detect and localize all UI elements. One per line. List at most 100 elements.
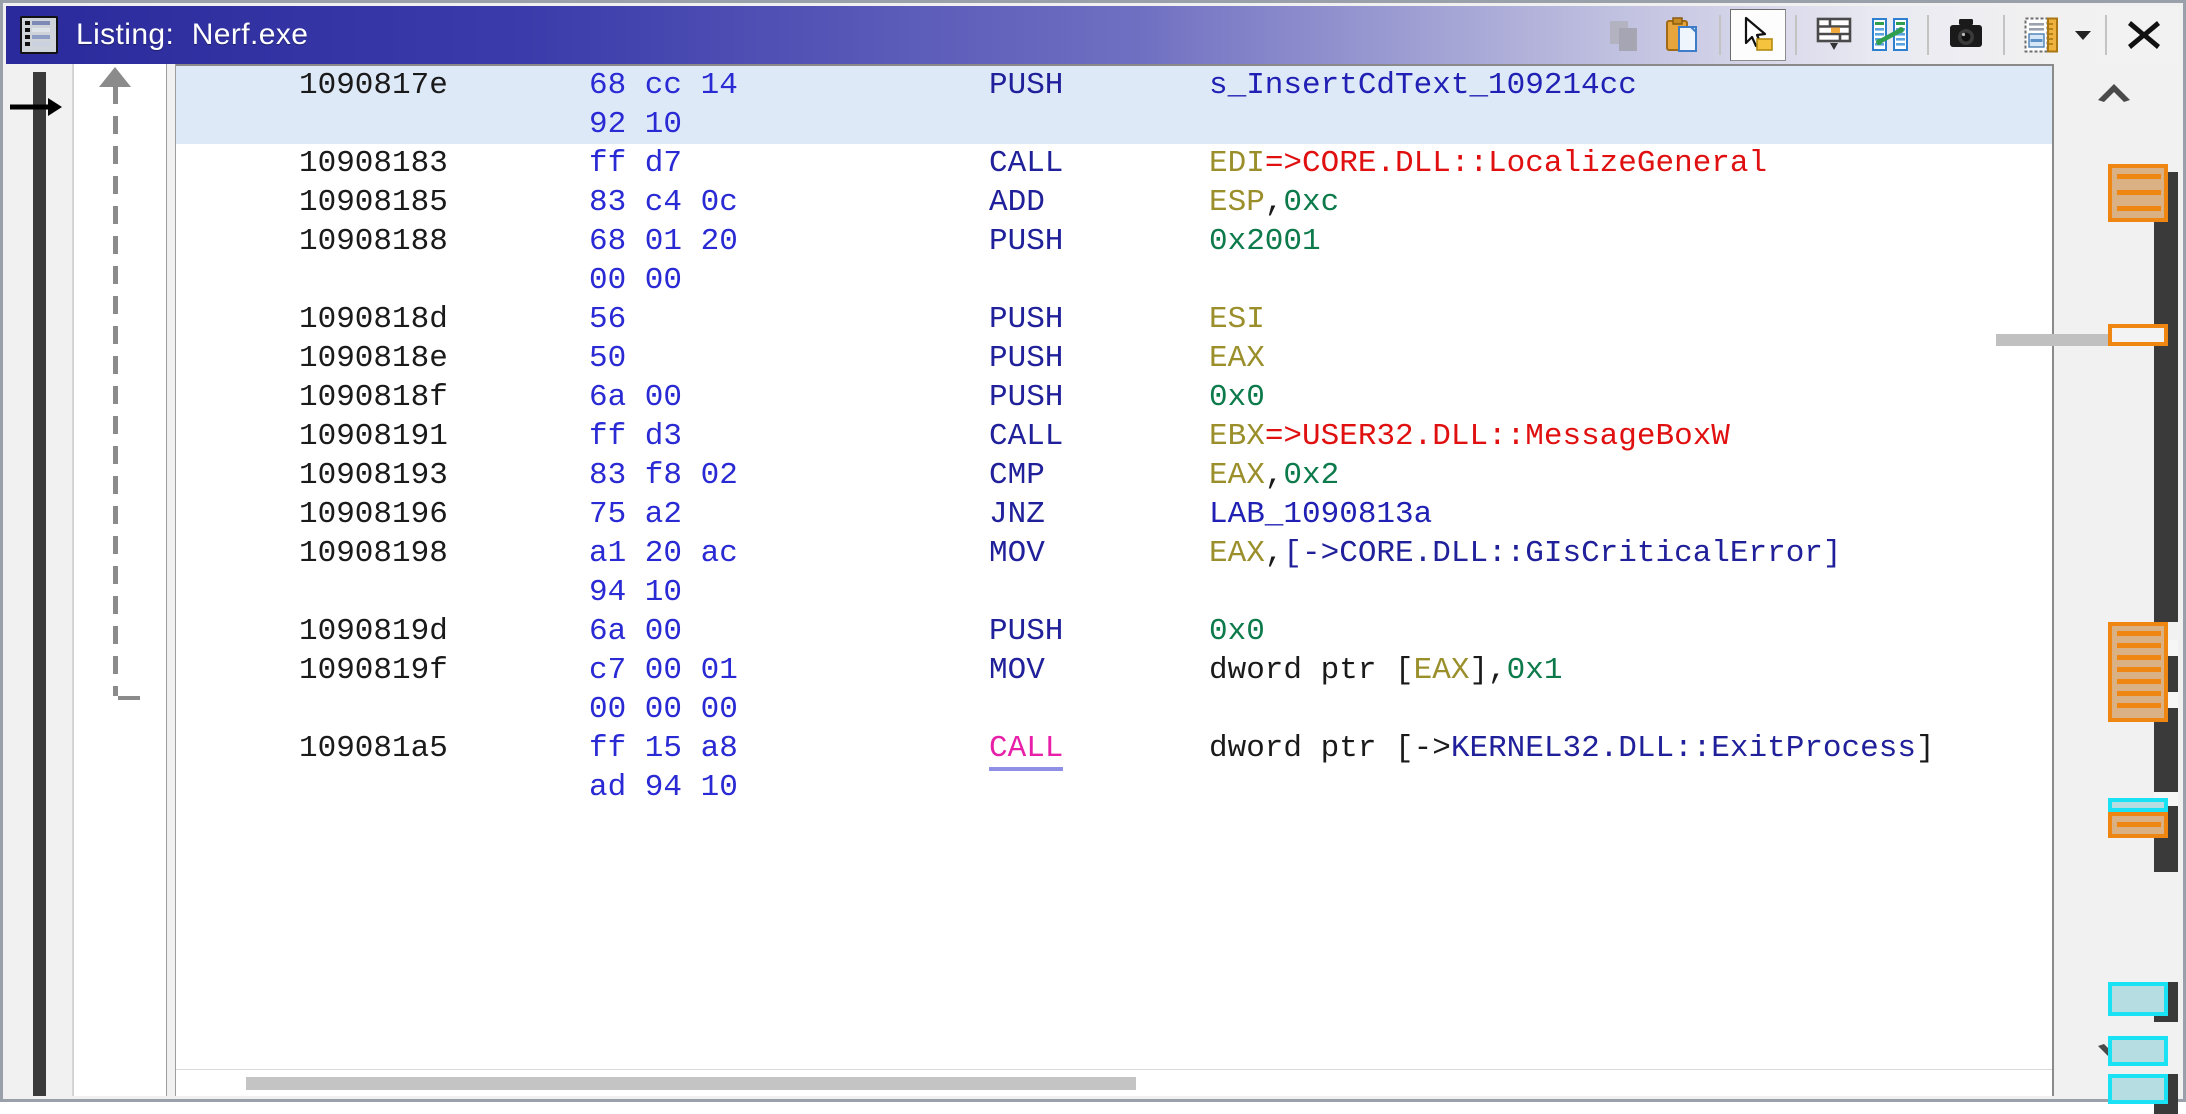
operand-token[interactable]: -> [1414, 731, 1451, 766]
code-rows[interactable]: 1090817e 68 cc 14 PUSH s_InsertCdText_10921… [176, 66, 2052, 1070]
row-mnemonic[interactable]: JNZ [989, 495, 1209, 534]
operand-token[interactable]: 0x0 [1209, 614, 1265, 649]
operand-token[interactable]: CORE.DLL::LocalizeGeneral [1302, 146, 1767, 181]
marker-highlight[interactable] [2108, 798, 2168, 812]
row-mnemonic[interactable]: CMP [989, 456, 1209, 495]
row-mnemonic[interactable]: ADD [989, 183, 1209, 222]
operand-token[interactable]: => [1265, 419, 1302, 454]
listing-row[interactable]: ad 94 10 [176, 768, 2052, 807]
marker-margin[interactable] [1996, 64, 2180, 1114]
operand-token[interactable]: USER32.DLL::MessageBoxW [1302, 419, 1730, 454]
marker-highlight[interactable] [2108, 1074, 2168, 1104]
operand-token[interactable]: EAX [1209, 536, 1265, 571]
row-mnemonic[interactable]: PUSH [989, 222, 1209, 261]
horizontal-scrollbar-thumb[interactable] [246, 1077, 1136, 1090]
operand-token[interactable]: , [1265, 536, 1284, 571]
chevron-down-icon[interactable] [2070, 9, 2096, 61]
row-mnemonic[interactable]: PUSH [989, 300, 1209, 339]
listing-row[interactable]: 10908185 83 c4 0c ADD ESP,0xc [176, 183, 2052, 222]
listing-row[interactable]: 10908183 ff d7 CALL EDI=>CORE.DLL::Localize… [176, 144, 2052, 183]
row-mnemonic[interactable]: PUSH [989, 612, 1209, 651]
marker-highlight[interactable] [2108, 812, 2168, 838]
operand-token[interactable]: 0xc [1283, 185, 1339, 220]
row-operands[interactable]: dword ptr [->KERNEL32.DLL::ExitProcess] [1209, 729, 1935, 768]
row-mnemonic[interactable]: PUSH [989, 339, 1209, 378]
operand-token[interactable]: 0x0 [1209, 380, 1265, 415]
row-mnemonic[interactable]: PUSH [989, 378, 1209, 417]
listing-row[interactable]: 10908191 ff d3 CALL EBX=>USER32.DLL::Messag… [176, 417, 2052, 456]
horizontal-scrollbar[interactable] [176, 1069, 2052, 1096]
operand-token[interactable]: dword ptr [ [1209, 653, 1414, 688]
code-pane[interactable]: 1090817e 68 cc 14 PUSH s_InsertCdText_10921… [176, 64, 2052, 1096]
listing-row[interactable]: 92 10 [176, 105, 2052, 144]
operand-token[interactable]: EDI [1209, 146, 1265, 181]
operand-token[interactable]: 0x2 [1283, 458, 1339, 493]
row-operands[interactable]: dword ptr [EAX],0x1 [1209, 651, 1562, 690]
row-operands[interactable]: EBX=>USER32.DLL::MessageBoxW [1209, 417, 1730, 456]
row-mnemonic[interactable]: MOV [989, 534, 1209, 573]
operand-token[interactable]: ESP [1209, 185, 1265, 220]
row-operands[interactable]: EAX,[->CORE.DLL::GIsCriticalError] [1209, 534, 1842, 573]
row-operands[interactable]: ESI [1209, 300, 1265, 339]
listing-row[interactable]: 10908198 a1 20 ac MOV EAX,[->CORE.DLL::GIsC… [176, 534, 2052, 573]
listing-row[interactable]: 00 00 [176, 261, 2052, 300]
listing-row[interactable]: 1090819f c7 00 01 MOV dword ptr [EAX],0x1 [176, 651, 2052, 690]
row-mnemonic[interactable]: PUSH [989, 66, 1209, 105]
row-operands[interactable]: 0x2001 [1209, 222, 1321, 261]
operand-token[interactable]: LAB_1090813a [1209, 497, 1432, 532]
listing-row[interactable]: 94 10 [176, 573, 2052, 612]
select-cursor-icon[interactable] [1730, 9, 1786, 61]
camera-icon[interactable] [1938, 9, 1994, 61]
operand-token[interactable]: => [1265, 146, 1302, 181]
row-mnemonic[interactable]: CALL [989, 417, 1209, 456]
listing-row[interactable]: 1090818f 6a 00 PUSH 0x0 [176, 378, 2052, 417]
listing-row[interactable]: 1090818d 56 PUSH ESI [176, 300, 2052, 339]
row-operands[interactable]: EAX,0x2 [1209, 456, 1339, 495]
row-operands[interactable]: 0x0 [1209, 378, 1265, 417]
operand-token[interactable]: dword ptr [ [1209, 731, 1414, 766]
operand-token[interactable]: ], [1469, 653, 1506, 688]
operand-token[interactable]: , [1265, 185, 1284, 220]
vertical-scrollbar-thumb[interactable] [2154, 172, 2178, 622]
listing-row[interactable]: 10908196 75 a2 JNZ LAB_1090813a [176, 495, 2052, 534]
operand-token[interactable]: EAX [1209, 341, 1265, 376]
row-operands[interactable]: EDI=>CORE.DLL::LocalizeGeneral [1209, 144, 1767, 183]
edit-fields-icon[interactable] [2014, 9, 2070, 61]
listing-row[interactable]: 10908188 68 01 20 PUSH 0x2001 [176, 222, 2052, 261]
operand-token[interactable]: EAX [1414, 653, 1470, 688]
row-operands[interactable]: s_InsertCdText_109214cc [1209, 66, 1637, 105]
operand-token[interactable]: ] [1916, 731, 1935, 766]
row-mnemonic[interactable]: CALL [989, 729, 1209, 771]
paste-icon[interactable] [1654, 9, 1710, 61]
marker-highlight[interactable] [2108, 982, 2168, 1016]
scroll-up-icon[interactable] [2096, 80, 2132, 104]
row-mnemonic[interactable]: MOV [989, 651, 1209, 690]
close-icon[interactable] [2116, 9, 2172, 61]
operand-token[interactable]: [->CORE.DLL::GIsCriticalError] [1283, 536, 1841, 571]
marker-highlight[interactable] [2108, 324, 2168, 346]
row-operands[interactable]: EAX [1209, 339, 1265, 378]
row-operands[interactable]: LAB_1090813a [1209, 495, 1432, 534]
listing-row[interactable]: 1090817e 68 cc 14 PUSH s_InsertCdText_10921… [176, 66, 2052, 105]
marker-highlight[interactable] [2108, 1036, 2168, 1066]
operand-token[interactable]: EAX [1209, 458, 1265, 493]
listing-row[interactable]: 10908193 83 f8 02 CMP EAX,0x2 [176, 456, 2052, 495]
row-operands[interactable]: 0x0 [1209, 612, 1265, 651]
marker-highlight[interactable] [2108, 164, 2168, 222]
overview-track[interactable] [33, 72, 46, 1096]
diff-compare-icon[interactable] [1862, 9, 1918, 61]
copy-icon[interactable] [1598, 9, 1654, 61]
overview-bar[interactable] [6, 64, 73, 1096]
listing-row[interactable]: 00 00 00 [176, 690, 2052, 729]
operand-token[interactable]: 0x2001 [1209, 224, 1321, 259]
title-bar[interactable]: Listing: Nerf.exe [6, 6, 2180, 64]
operand-token[interactable]: EBX [1209, 419, 1265, 454]
operand-token[interactable]: 0x1 [1507, 653, 1563, 688]
listing-row[interactable]: 109081a5 ff 15 a8 CALL dword ptr [->KERNEL3… [176, 729, 2052, 771]
operand-token[interactable]: ESI [1209, 302, 1265, 337]
row-mnemonic-hover[interactable]: CALL [989, 731, 1064, 771]
marker-highlight[interactable] [2108, 622, 2168, 722]
listing-row[interactable]: 1090818e 50 PUSH EAX [176, 339, 2052, 378]
operand-token[interactable]: s_InsertCdText_109214cc [1209, 68, 1637, 103]
row-mnemonic[interactable]: CALL [989, 144, 1209, 183]
